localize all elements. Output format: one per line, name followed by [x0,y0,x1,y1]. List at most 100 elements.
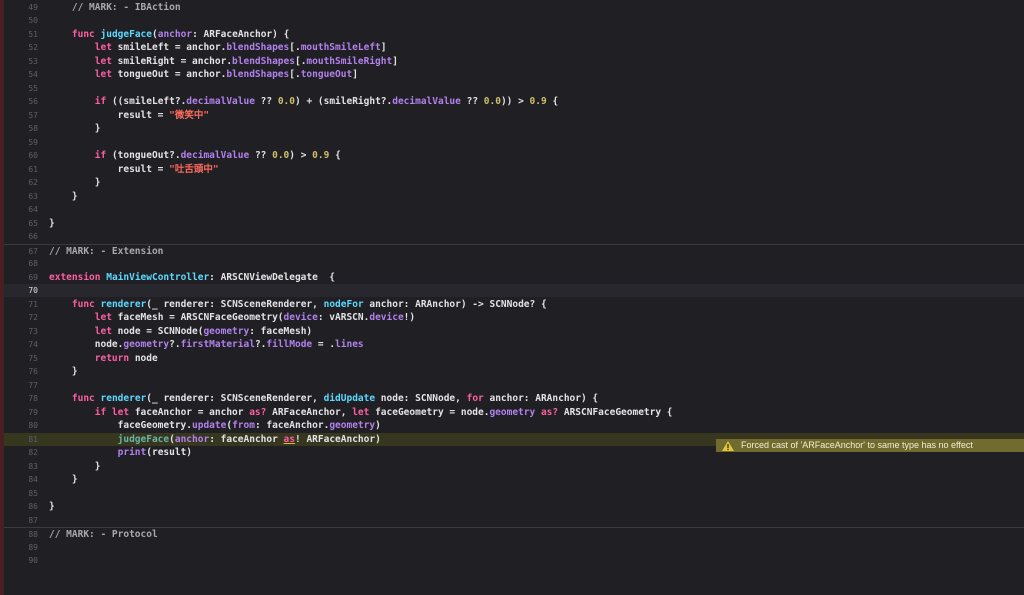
code-line[interactable]: 51 func judgeFace(anchor: ARFaceAnchor) … [4,28,1024,41]
code-line[interactable]: 79 if let faceAnchor = anchor as? ARFace… [4,406,1024,419]
code-text[interactable]: result = "吐舌頭中" [49,163,219,176]
code-text[interactable]: // MARK: - IBAction [49,1,181,14]
code-text[interactable]: } [49,217,55,230]
code-line[interactable]: 78 func renderer(_ renderer: SCNSceneRen… [4,392,1024,405]
code-editor[interactable]: 49 // MARK: - IBAction 50 51 func judgeFac… [0,0,1024,595]
code-line[interactable]: 84 } [4,473,1024,486]
code-line[interactable]: 63 } [4,190,1024,203]
line-number: 63 [28,191,38,201]
code-line[interactable]: 50 [4,14,1024,27]
code-text[interactable]: judgeFace(anchor: faceAnchor as! ARFaceA… [49,433,381,446]
code-text[interactable]: print(result) [49,446,192,459]
code-token: } [49,366,78,377]
code-line[interactable]: 53 let smileRight = anchor.blendShapes[.… [4,55,1024,68]
code-line[interactable]: 85 [4,487,1024,500]
code-line[interactable]: 89 [4,541,1024,554]
code-line[interactable]: 60 if (tongueOut?.decimalValue ?? 0.0) >… [4,149,1024,162]
code-text[interactable]: } [49,473,78,486]
code-text[interactable]: } [49,190,78,203]
code-text[interactable]: let node = SCNNode(geometry: faceMesh) [49,325,312,338]
code-line[interactable]: 62 } [4,176,1024,189]
line-number: 65 [28,218,38,228]
code-token: decimalValue [186,96,255,107]
code-token: tongueOut [300,69,353,80]
line-number: 78 [28,394,38,403]
code-text[interactable]: // MARK: - Protocol [49,528,158,541]
code-line[interactable]: 76 } [4,365,1024,378]
code-text[interactable]: if ((smileLeft?.decimalValue ?? 0.0) + (… [49,95,558,108]
code-text[interactable]: result = "微笑中" [49,109,209,122]
code-text[interactable]: func renderer(_ renderer: SCNSceneRender… [49,298,547,311]
code-line[interactable]: 71 func renderer(_ renderer: SCNSceneRen… [4,298,1024,311]
code-text[interactable]: return node [49,352,158,365]
code-text[interactable]: // MARK: - Extension [49,245,163,258]
code-token: ] [380,42,387,53]
code-text[interactable]: let tongueOut = anchor.blendShapes[.tong… [49,68,358,81]
code-token: ] [352,69,358,80]
code-line[interactable]: 70 [4,284,1024,298]
code-text[interactable]: } [49,176,101,189]
line-number: 76 [28,367,38,376]
line-number: 51 [28,29,38,39]
code-line[interactable]: 64 [4,203,1024,216]
code-line[interactable]: 61 result = "吐舌頭中" [4,163,1024,176]
code-line[interactable]: 66 [4,230,1024,243]
code-line[interactable]: 72 let faceMesh = ARSCNFaceGeometry(devi… [4,311,1024,324]
code-text[interactable]: let smileRight = anchor.blendShapes[.mou… [49,55,398,68]
code-line[interactable]: 58 } [4,122,1024,135]
code-line[interactable]: 56 if ((smileLeft?.decimalValue ?? 0.0) … [4,95,1024,108]
code-text[interactable]: if (tongueOut?.decimalValue ?? 0.0) > 0.… [49,149,341,162]
line-number: 74 [28,340,38,349]
code-token: judgeFace [100,28,152,40]
code-token: node [129,352,158,364]
line-number: 79 [28,407,38,417]
code-token: smileLeft = anchor. [111,42,227,53]
line-number: 60 [28,151,38,160]
code-line[interactable]: 73 let node = SCNNode(geometry: faceMesh… [4,325,1024,338]
code-text[interactable]: let smileLeft = anchor.blendShapes[.mout… [49,41,387,54]
code-token: 0.0 [277,96,295,107]
code-token: anchor: ARAnchor) -> SCNNode? { [363,298,547,310]
code-text[interactable]: extension MainViewController: ARSCNViewD… [49,271,335,284]
code-line[interactable]: 77 [4,379,1024,392]
code-line[interactable]: 52 let smileLeft = anchor.blendShapes[.m… [4,41,1024,54]
code-token: geometry [489,406,536,418]
line-number: 62 [28,178,38,187]
code-text[interactable]: } [49,460,101,473]
code-line[interactable]: 87 [4,514,1024,527]
code-line[interactable]: 55 [4,82,1024,95]
code-text[interactable]: func renderer(_ renderer: SCNSceneRender… [49,392,598,405]
code-token: { [329,150,341,161]
code-line[interactable]: 86} [4,500,1024,513]
code-text[interactable]: faceGeometry.update(from: faceAnchor.geo… [49,419,381,432]
code-text[interactable]: } [49,500,55,513]
code-line[interactable]: 59 [4,136,1024,149]
code-line[interactable]: 80 faceGeometry.update(from: faceAnchor.… [4,419,1024,432]
code-line[interactable]: 68 [4,257,1024,270]
code-line[interactable]: 54 let tongueOut = anchor.blendShapes[.t… [4,68,1024,81]
code-token: device [283,312,318,323]
code-line[interactable]: 65} [4,217,1024,230]
code-line[interactable]: 69 extension MainViewController: ARSCNVie… [4,271,1024,284]
code-text[interactable]: } [49,365,78,378]
code-token: [. [289,69,301,80]
code-line[interactable]: 83 } [4,460,1024,473]
code-text[interactable]: func judgeFace(anchor: ARFaceAnchor) { [49,28,289,41]
code-line[interactable]: 74 node.geometry?.firstMaterial?.fillMod… [4,338,1024,351]
code-line[interactable]: 57 result = "微笑中" [4,109,1024,122]
code-line[interactable]: 88 // MARK: - Protocol [4,527,1024,541]
code-text[interactable]: } [49,122,101,135]
warning-banner[interactable]: Forced cast of 'ARFaceAnchor' to same ty… [716,439,1024,452]
code-text[interactable]: let faceMesh = ARSCNFaceGeometry(device:… [49,311,415,324]
code-line[interactable]: 67 // MARK: - Extension [4,243,1024,258]
code-line[interactable]: 49 // MARK: - IBAction [4,1,1024,14]
code-line[interactable]: 90 [4,554,1024,567]
code-text[interactable]: if let faceAnchor = anchor as? ARFaceAnc… [49,406,673,419]
line-number: 55 [28,83,38,93]
code-text[interactable]: node.geometry?.firstMaterial?.fillMode =… [49,338,364,351]
line-number: 58 [28,124,38,133]
code-line[interactable]: 75 return node [4,352,1024,365]
